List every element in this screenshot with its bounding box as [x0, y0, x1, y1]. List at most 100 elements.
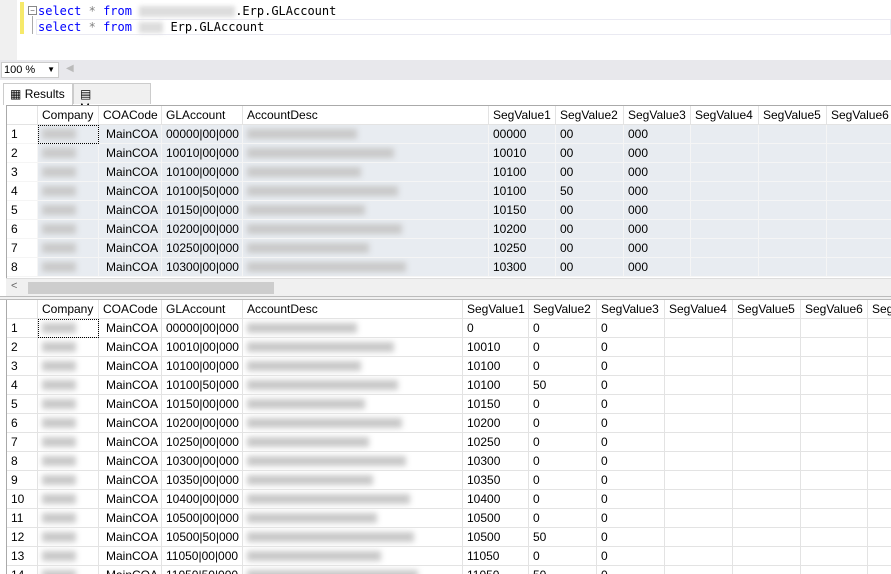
- row-number[interactable]: 6: [7, 220, 38, 239]
- glaccount-cell[interactable]: 10250|00|000: [162, 239, 243, 258]
- empty-cell[interactable]: [759, 144, 827, 163]
- coacode-cell[interactable]: MainCOA: [99, 319, 162, 338]
- company-cell[interactable]: [38, 490, 99, 509]
- table-row[interactable]: 2 MainCOA 10010|00|000 10010 0 0: [7, 338, 891, 357]
- empty-cell[interactable]: [801, 528, 868, 547]
- empty-cell[interactable]: [665, 509, 733, 528]
- segvalue2-cell[interactable]: 0: [529, 338, 597, 357]
- segvalue3-cell[interactable]: 0: [597, 452, 665, 471]
- company-cell[interactable]: [38, 144, 99, 163]
- empty-cell[interactable]: [801, 509, 868, 528]
- empty-cell[interactable]: [801, 566, 868, 574]
- coacode-cell[interactable]: MainCOA: [99, 376, 162, 395]
- glaccount-cell[interactable]: 10200|00|000: [162, 414, 243, 433]
- row-number[interactable]: 5: [7, 201, 38, 220]
- coacode-cell[interactable]: MainCOA: [99, 566, 162, 574]
- column-header[interactable]: COACode: [99, 300, 162, 319]
- row-number[interactable]: 5: [7, 395, 38, 414]
- empty-cell[interactable]: [827, 125, 891, 144]
- segvalue3-cell[interactable]: 0: [597, 471, 665, 490]
- company-cell[interactable]: [38, 566, 99, 574]
- empty-cell[interactable]: [868, 509, 891, 528]
- empty-cell[interactable]: [733, 471, 801, 490]
- segvalue2-cell[interactable]: 50: [529, 376, 597, 395]
- table-row[interactable]: 6 MainCOA 10200|00|000 10200 00 000: [7, 220, 891, 239]
- glaccount-cell[interactable]: 10200|00|000: [162, 220, 243, 239]
- segvalue2-cell[interactable]: 0: [529, 357, 597, 376]
- segvalue2-cell[interactable]: 00: [556, 239, 624, 258]
- empty-cell[interactable]: [733, 338, 801, 357]
- table-row[interactable]: 12 MainCOA 10500|50|000 10500 50 0: [7, 528, 891, 547]
- code-line-2[interactable]: select * from Erp.GLAccount: [38, 20, 264, 34]
- row-number[interactable]: 1: [7, 319, 38, 338]
- company-cell[interactable]: [38, 239, 99, 258]
- empty-cell[interactable]: [665, 528, 733, 547]
- segvalue2-cell[interactable]: 0: [529, 547, 597, 566]
- segvalue1-cell[interactable]: 10150: [489, 201, 556, 220]
- coacode-cell[interactable]: MainCOA: [99, 125, 162, 144]
- coacode-cell[interactable]: MainCOA: [99, 509, 162, 528]
- table-row[interactable]: 4 MainCOA 10100|50|000 10100 50 0: [7, 376, 891, 395]
- empty-cell[interactable]: [691, 201, 759, 220]
- empty-cell[interactable]: [733, 490, 801, 509]
- coacode-cell[interactable]: MainCOA: [99, 239, 162, 258]
- empty-cell[interactable]: [733, 414, 801, 433]
- empty-cell[interactable]: [801, 471, 868, 490]
- company-cell[interactable]: [38, 163, 99, 182]
- coacode-cell[interactable]: MainCOA: [99, 220, 162, 239]
- table-row[interactable]: 6 MainCOA 10200|00|000 10200 0 0: [7, 414, 891, 433]
- corner-cell[interactable]: [7, 106, 38, 125]
- company-cell[interactable]: [38, 357, 99, 376]
- accountdesc-cell[interactable]: [243, 220, 489, 239]
- coacode-cell[interactable]: MainCOA: [99, 258, 162, 277]
- coacode-cell[interactable]: MainCOA: [99, 452, 162, 471]
- empty-cell[interactable]: [827, 201, 891, 220]
- glaccount-cell[interactable]: 10010|00|000: [162, 338, 243, 357]
- row-number[interactable]: 9: [7, 471, 38, 490]
- glaccount-cell[interactable]: 10300|00|000: [162, 258, 243, 277]
- table-row[interactable]: 11 MainCOA 10500|00|000 10500 0 0: [7, 509, 891, 528]
- segvalue3-cell[interactable]: 0: [597, 357, 665, 376]
- segvalue2-cell[interactable]: 0: [529, 433, 597, 452]
- column-header[interactable]: GLAccount: [162, 106, 243, 125]
- empty-cell[interactable]: [827, 144, 891, 163]
- glaccount-cell[interactable]: 10100|50|000: [162, 376, 243, 395]
- accountdesc-cell[interactable]: [243, 239, 489, 258]
- empty-cell[interactable]: [665, 490, 733, 509]
- table-row[interactable]: 5 MainCOA 10150|00|000 10150 0 0: [7, 395, 891, 414]
- segvalue3-cell[interactable]: 000: [624, 163, 691, 182]
- segvalue1-cell[interactable]: 11050: [463, 566, 529, 574]
- column-header[interactable]: SegValue6: [801, 300, 868, 319]
- accountdesc-cell[interactable]: [243, 338, 463, 357]
- segvalue2-cell[interactable]: 00: [556, 125, 624, 144]
- column-header[interactable]: COACode: [99, 106, 162, 125]
- table-row[interactable]: 14 MainCOA11050|50|000 11050500: [7, 566, 891, 574]
- empty-cell[interactable]: [733, 433, 801, 452]
- empty-cell[interactable]: [665, 566, 733, 574]
- segvalue2-cell[interactable]: 0: [529, 490, 597, 509]
- company-cell[interactable]: [38, 125, 99, 144]
- glaccount-cell[interactable]: 10010|00|000: [162, 144, 243, 163]
- empty-cell[interactable]: [827, 258, 891, 277]
- empty-cell[interactable]: [759, 220, 827, 239]
- empty-cell[interactable]: [868, 414, 891, 433]
- row-number[interactable]: 7: [7, 239, 38, 258]
- row-number[interactable]: 7: [7, 433, 38, 452]
- table-row[interactable]: 8 MainCOA 10300|00|000 10300 0 0: [7, 452, 891, 471]
- column-header[interactable]: SegValue2: [529, 300, 597, 319]
- segvalue1-cell[interactable]: 0: [463, 319, 529, 338]
- table-row[interactable]: 2 MainCOA 10010|00|000 10010 00 000: [7, 144, 891, 163]
- column-header[interactable]: SegValue2: [556, 106, 624, 125]
- empty-cell[interactable]: [801, 376, 868, 395]
- segvalue3-cell[interactable]: 0: [597, 509, 665, 528]
- empty-cell[interactable]: [868, 566, 891, 574]
- empty-cell[interactable]: [665, 319, 733, 338]
- accountdesc-cell[interactable]: [243, 258, 489, 277]
- empty-cell[interactable]: [868, 395, 891, 414]
- scrollbar-thumb[interactable]: [28, 282, 274, 294]
- segvalue1-cell[interactable]: 10500: [463, 528, 529, 547]
- glaccount-cell[interactable]: 10150|00|000: [162, 395, 243, 414]
- segvalue1-cell[interactable]: 10250: [463, 433, 529, 452]
- results-grid-1[interactable]: Company COACode GLAccount AccountDesc SegVal…: [6, 105, 891, 278]
- accountdesc-cell[interactable]: [243, 547, 463, 566]
